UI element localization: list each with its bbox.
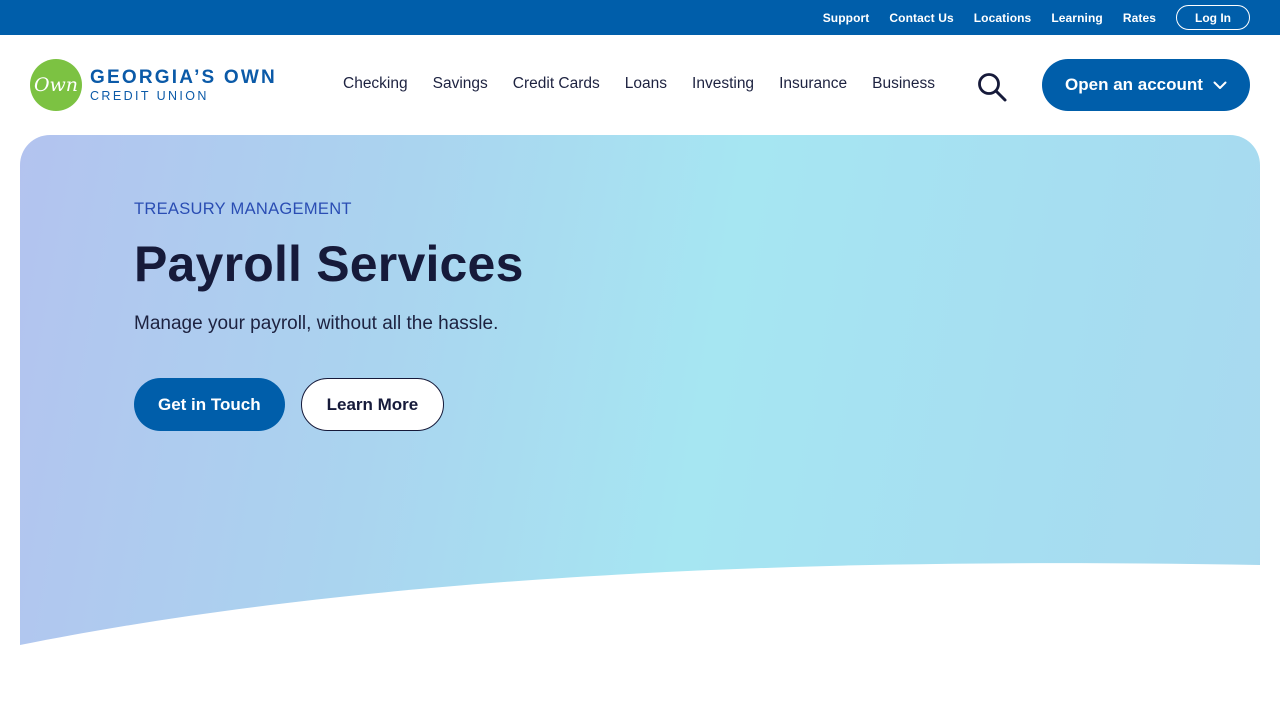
utility-link-locations[interactable]: Locations: [974, 11, 1032, 25]
get-in-touch-button[interactable]: Get in Touch: [134, 378, 285, 431]
hero-subtitle: Manage your payroll, without all the has…: [134, 313, 499, 334]
open-account-button[interactable]: Open an account: [1042, 59, 1250, 111]
logo-line1: GEORGIA’S OWN: [90, 66, 277, 88]
utility-link-support[interactable]: Support: [823, 11, 870, 25]
logo[interactable]: Own GEORGIA’S OWN CREDIT UNION: [30, 59, 277, 111]
page-title: Payroll Services: [134, 236, 524, 292]
nav-item-insurance[interactable]: Insurance: [779, 75, 847, 93]
utility-bar: Support Contact Us Locations Learning Ra…: [0, 0, 1280, 35]
search-button[interactable]: [976, 71, 1008, 103]
login-button[interactable]: Log In: [1176, 5, 1250, 30]
main-header: Own GEORGIA’S OWN CREDIT UNION Checking …: [0, 35, 1280, 135]
learn-more-button[interactable]: Learn More: [300, 378, 445, 431]
utility-link-learning[interactable]: Learning: [1051, 11, 1102, 25]
nav-item-savings[interactable]: Savings: [433, 75, 488, 93]
hero-content: TREASURY MANAGEMENT Payroll Services Man…: [134, 200, 524, 431]
open-account-label: Open an account: [1065, 75, 1203, 94]
chevron-down-icon: [1213, 81, 1227, 89]
nav-item-checking[interactable]: Checking: [343, 75, 408, 93]
hero-cta-row: Get in Touch Learn More: [134, 378, 524, 431]
nav-item-business[interactable]: Business: [872, 75, 935, 93]
utility-link-contact-us[interactable]: Contact Us: [889, 11, 953, 25]
logo-wordmark: GEORGIA’S OWN CREDIT UNION: [90, 68, 277, 103]
hero-eyebrow: TREASURY MANAGEMENT: [134, 200, 352, 218]
nav-item-loans[interactable]: Loans: [625, 75, 667, 93]
nav-item-credit-cards[interactable]: Credit Cards: [513, 75, 600, 93]
main-nav: Checking Savings Credit Cards Loans Inve…: [343, 75, 960, 93]
search-icon: [978, 73, 1007, 102]
hero-banner: TREASURY MANAGEMENT Payroll Services Man…: [20, 135, 1260, 655]
logo-line2: CREDIT UNION: [90, 88, 209, 103]
nav-item-investing[interactable]: Investing: [692, 75, 754, 93]
utility-link-rates[interactable]: Rates: [1123, 11, 1156, 25]
logo-mark: Own: [30, 59, 82, 111]
